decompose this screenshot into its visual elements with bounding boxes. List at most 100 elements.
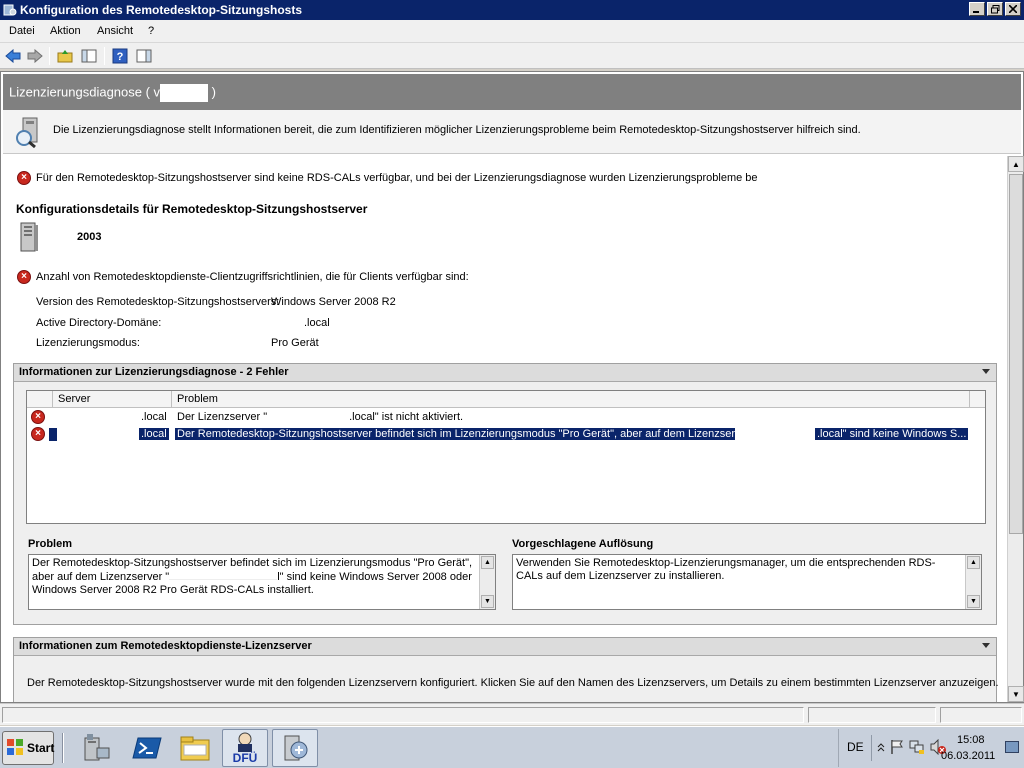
help-icon[interactable]: ?	[111, 47, 129, 65]
scroll-up-arrow-icon[interactable]: ▲	[967, 556, 980, 569]
description-text: Die Lizenzierungsdiagnose stellt Informa…	[53, 124, 861, 136]
error-icon: ×	[31, 427, 45, 441]
row-problem: Der Lizenzserver " .local" ist nicht akti…	[177, 411, 463, 423]
diagnose-grid: Server Problem × .local Der Lizenzserver…	[26, 390, 986, 524]
minimize-button[interactable]	[969, 2, 985, 16]
svg-text:?: ?	[117, 51, 124, 63]
window-titlebar[interactable]: Konfiguration des Remotedesktop-Sitzungs…	[0, 0, 1024, 20]
row-problem-suffix: .local" ist nicht aktiviert.	[349, 411, 464, 423]
back-arrow-icon[interactable]	[4, 47, 22, 65]
server-icon	[17, 222, 41, 257]
config-heading: Konfigurationsdetails für Remotedesktop-…	[16, 202, 368, 216]
status-bar	[0, 703, 1024, 725]
show-action-pane-icon[interactable]	[135, 47, 153, 65]
start-label: Start	[27, 741, 55, 755]
diagnose-section-header[interactable]: Informationen zur Lizenzierungsdiagnose …	[14, 364, 996, 382]
content-area: × Für den Remotedesktop-Sitzungshostserv…	[3, 156, 1005, 702]
collapse-chevron-icon[interactable]	[982, 369, 990, 374]
warning-text: Für den Remotedesktop-Sitzungshostserver…	[36, 172, 758, 184]
scroll-up-arrow-icon[interactable]: ▲	[481, 556, 494, 569]
status-pane-3	[940, 707, 1022, 723]
status-pane-2	[808, 707, 936, 723]
scroll-down-arrow-icon[interactable]: ▼	[481, 595, 494, 608]
page-header: Lizenzierungsdiagnose ( v )	[3, 74, 1021, 110]
show-hidden-icons-chevron-icon[interactable]	[877, 741, 885, 756]
clock-time[interactable]: 15:08	[957, 734, 985, 746]
license-section-title: Informationen zum Remotedesktopdienste-L…	[19, 640, 312, 652]
resolution-textbox[interactable]: Verwenden Sie Remotedesktop-Lizenzierung…	[512, 554, 982, 610]
show-hide-tree-icon[interactable]	[80, 47, 98, 65]
row-problem-suffix: .local" sind keine Windows S...	[815, 428, 969, 440]
grid-header: Server Problem	[27, 391, 985, 408]
scroll-down-arrow-icon[interactable]: ▼	[1008, 686, 1024, 702]
error-icon: ×	[31, 410, 45, 424]
windows-logo-icon	[6, 738, 24, 759]
menu-ansicht[interactable]: Ansicht	[97, 25, 133, 37]
detail-label-domain: Active Directory-Domäne:	[36, 317, 162, 329]
table-row[interactable]: × .local Der Remotedesktop-Sitzungshosts…	[27, 426, 985, 443]
language-indicator[interactable]: DE	[847, 740, 864, 754]
dfu-connection-icon[interactable]: DFÜ	[222, 729, 268, 767]
row-problem-prefix: Der Remotedesktop-Sitzungshostserver bef…	[175, 428, 735, 440]
diagnose-icon	[13, 116, 45, 151]
system-tray: DE 15:08 06.03.2011	[838, 729, 1022, 767]
resolution-label: Vorgeschlagene Auflösung	[512, 538, 654, 550]
row-problem-prefix: Der Lizenzserver "	[177, 411, 268, 423]
detail-label-version: Version des Remotedesktop-Sitzungshostse…	[36, 296, 280, 308]
redacted-server	[160, 84, 209, 102]
forward-arrow-icon[interactable]	[26, 47, 44, 65]
rds-config-taskbar-icon[interactable]	[272, 729, 318, 767]
diagnose-section: Informationen zur Lizenzierungsdiagnose …	[13, 363, 997, 625]
show-desktop-icon[interactable]	[1005, 741, 1019, 756]
network-icon[interactable]	[909, 739, 925, 758]
collapse-chevron-icon[interactable]	[982, 643, 990, 648]
scroll-down-arrow-icon[interactable]: ▼	[967, 595, 980, 608]
scroll-up-arrow-icon[interactable]: ▲	[1008, 156, 1024, 172]
grid-header-icon-col	[27, 391, 53, 408]
dfu-label: DFÜ	[233, 750, 258, 765]
problem-text: Der Remotedesktop-Sitzungshostserver bef…	[32, 557, 475, 597]
main-scrollbar[interactable]: ▲ ▼	[1007, 156, 1024, 702]
table-row[interactable]: × .local Der Lizenzserver " .local" ist n…	[27, 409, 985, 426]
scrollbar-thumb[interactable]	[1009, 174, 1023, 534]
license-section: Informationen zum Remotedesktopdienste-L…	[13, 637, 999, 702]
server-manager-icon[interactable]	[74, 729, 120, 767]
menu-datei[interactable]: Datei	[9, 25, 35, 37]
powershell-icon[interactable]	[124, 729, 170, 767]
problem-label: Problem	[28, 538, 73, 550]
detail-label-mode: Lizenzierungsmodus:	[36, 337, 140, 349]
resolution-scrollbar[interactable]: ▲ ▼	[965, 555, 981, 609]
detail-value-version: Windows Server 2008 R2	[271, 296, 396, 308]
problem-scrollbar[interactable]: ▲ ▼	[479, 555, 495, 609]
page-title-close: )	[211, 84, 217, 100]
restore-button[interactable]	[987, 2, 1003, 16]
row-selection-left	[49, 428, 57, 441]
page-title: Lizenzierungsdiagnose ( v )	[9, 84, 216, 102]
detail-value-domain: .local	[304, 317, 330, 329]
error-icon: ×	[17, 270, 31, 284]
action-center-flag-icon[interactable]	[889, 739, 905, 758]
detail-value-mode: Pro Gerät	[271, 337, 319, 349]
window-title: Konfiguration des Remotedesktop-Sitzungs…	[20, 3, 303, 17]
rds-config-icon	[3, 3, 17, 17]
license-section-text: Der Remotedesktop-Sitzungshostserver wur…	[27, 677, 999, 689]
grid-header-problem[interactable]: Problem	[172, 391, 970, 408]
resolution-text: Verwenden Sie Remotedesktop-Lizenzierung…	[516, 557, 936, 582]
description-bar: Die Lizenzierungsdiagnose stellt Informa…	[3, 110, 1021, 154]
page-title-text: Lizenzierungsdiagnose ( v	[9, 84, 161, 100]
menu-aktion[interactable]: Aktion	[50, 25, 81, 37]
clock-date[interactable]: 06.03.2011	[941, 750, 995, 762]
problem-textbox[interactable]: Der Remotedesktop-Sitzungshostserver bef…	[28, 554, 496, 610]
menu-help[interactable]: ?	[148, 25, 154, 37]
grid-header-server[interactable]: Server	[53, 391, 172, 408]
up-folder-icon[interactable]	[56, 47, 74, 65]
error-icon: ×	[17, 171, 31, 185]
server-name: 2003	[77, 231, 102, 243]
row-server: .local	[141, 411, 167, 423]
start-button[interactable]: Start	[2, 731, 54, 765]
close-button[interactable]	[1005, 2, 1021, 16]
main-pane: Lizenzierungsdiagnose ( v ) Die Lizenzie…	[0, 71, 1024, 703]
menu-bar: Datei Aktion Ansicht ?	[0, 20, 1024, 43]
explorer-folder-icon[interactable]	[172, 729, 218, 767]
license-section-header[interactable]: Informationen zum Remotedesktopdienste-L…	[14, 638, 996, 656]
